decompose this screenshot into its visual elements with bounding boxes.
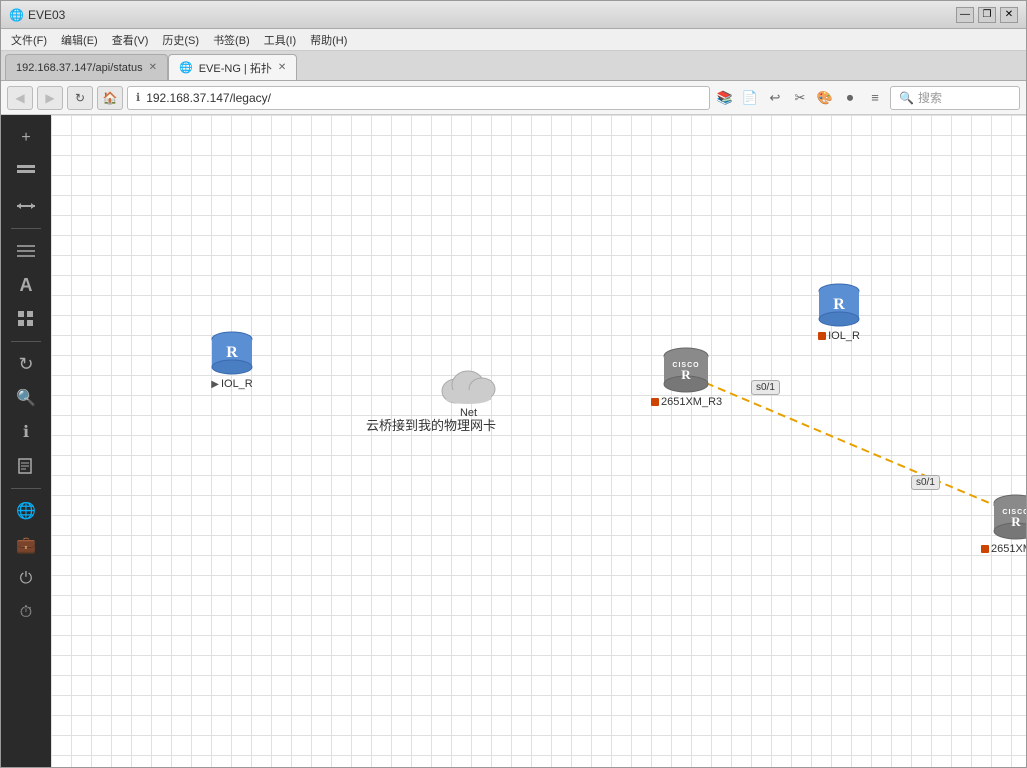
sidebar-clock[interactable]: ⏱ [8,598,44,628]
annotation-cloud: 云桥接到我的物理网卡 [366,415,496,434]
close-button[interactable]: ✕ [1000,7,1018,23]
sidebar-text[interactable]: A [8,270,44,300]
sidebar-grid[interactable] [8,304,44,334]
tab-topology-close[interactable]: ✕ [278,62,286,73]
connection-r3-r4 [706,383,1006,510]
node-cisco-r4[interactable]: CISCO R 2651XM_R4 [981,490,1026,555]
cloud-icon [436,363,501,407]
connections-svg [51,115,1026,767]
menu-help[interactable]: 帮助(H) [304,30,353,50]
bookmarks-list-icon[interactable]: 📚 [714,86,736,110]
search-icon: 🔍 [899,91,914,105]
svg-text:R: R [1011,514,1021,529]
node-iol-r1-status-row: ▶ IOL_R [211,378,253,390]
node-cisco-r4-status-row: 2651XM_R4 [981,543,1026,555]
title-bar: 🌐 EVE03 — ❐ ✕ [1,1,1026,29]
cisco-router-icon-r3: CISCO R [659,343,714,395]
url-info-icon: ℹ [136,91,140,104]
main-area: + A ↻ 🔍 ℹ 🌐 💼 ⏻ [1,115,1026,767]
node-net[interactable]: Net [436,363,501,419]
sidebar-divider-3 [11,488,41,489]
menu-bookmarks[interactable]: 书签(B) [207,30,256,50]
sidebar-divider-1 [11,228,41,229]
sidebar-divider-2 [11,341,41,342]
sidebar-add[interactable]: + [8,123,44,153]
sidebar-layers[interactable] [8,157,44,187]
search-box[interactable]: 🔍 搜索 [890,86,1020,110]
node-cisco-r3-label: 2651XM_R3 [661,396,722,408]
menu-view[interactable]: 查看(V) [106,30,155,50]
sidebar-power[interactable]: ⏻ [8,564,44,594]
tab-api-status[interactable]: 192.168.37.147/api/status ✕ [5,54,168,80]
sidebar-notes[interactable] [8,451,44,481]
cisco-router-icon-r4: CISCO R [989,490,1026,542]
sidebar-connections[interactable] [8,191,44,221]
sidebar-info[interactable]: ℹ [8,417,44,447]
sidebar-briefcase[interactable]: 💼 [8,530,44,560]
sidebar-globe[interactable]: 🌐 [8,496,44,526]
back-button[interactable]: ◀ [7,86,33,110]
title-bar-controls[interactable]: — ❐ ✕ [956,7,1018,23]
nav-extra-buttons: 📚 📄 ↩ ✂ 🎨 ⏺ ≡ [714,86,886,110]
screenshot-icon[interactable]: ✂ [789,86,811,110]
reload-button[interactable]: ↻ [67,86,93,110]
menu-edit[interactable]: 编辑(E) [55,30,104,50]
tab-api-status-label: 192.168.37.147/api/status [16,62,143,74]
svg-text:R: R [226,344,238,361]
menu-file[interactable]: 文件(F) [5,30,53,50]
iface-s0-1-r4: s0/1 [911,475,940,490]
title-bar-left: 🌐 EVE03 [9,8,65,22]
iol-router-icon-left: R [206,325,258,377]
node-iol-r1-label: IOL_R [221,378,253,390]
menu-icon[interactable]: ≡ [864,86,886,110]
window-title: EVE03 [28,8,65,22]
sidebar-zoom[interactable]: 🔍 [8,383,44,413]
node-cisco-r3-status-row: 2651XM_R3 [651,396,722,408]
svg-text:R: R [681,367,691,382]
node-cisco-r3[interactable]: CISCO R 2651XM_R3 [651,343,722,408]
topology-canvas: s0/1 s0/1 R ▶ IOL_R [51,115,1026,767]
tab-topology[interactable]: 🌐 EVE-NG | 拓扑 ✕ [168,54,297,80]
sidebar-list[interactable] [8,236,44,266]
svg-text:R: R [833,296,845,313]
sidebar: + A ↻ 🔍 ℹ 🌐 💼 ⏻ [1,115,51,767]
tab-bar: 192.168.37.147/api/status ✕ 🌐 EVE-NG | 拓… [1,51,1026,81]
maximize-button[interactable]: ❐ [978,7,996,23]
reading-mode-icon[interactable]: 📄 [739,86,761,110]
tab-favicon: 🌐 [9,8,24,22]
browser-window: 🌐 EVE03 — ❐ ✕ 文件(F) 编辑(E) 查看(V) 历史(S) 书签… [0,0,1027,768]
node-iol-r-top-status-row: IOL_R [818,330,860,342]
sidebar-refresh[interactable]: ↻ [8,349,44,379]
menu-history[interactable]: 历史(S) [156,30,205,50]
tab-topology-icon: 🌐 [179,61,193,74]
iface-s0-1-r3: s0/1 [751,380,780,395]
url-bar[interactable]: ℹ 192.168.37.147/legacy/ [127,86,710,110]
nav-bar: ◀ ▶ ↻ 🏠 ℹ 192.168.37.147/legacy/ 📚 📄 ↩ ✂… [1,81,1026,115]
theme-icon[interactable]: 🎨 [814,86,836,110]
node-cisco-r4-label: 2651XM_R4 [991,543,1026,555]
home-button[interactable]: 🏠 [97,86,123,110]
iol-router-icon-top: R [813,277,865,329]
node-iol-r-top[interactable]: R IOL_R [813,277,865,342]
menu-tools[interactable]: 工具(I) [258,30,302,50]
search-placeholder: 搜索 [918,89,942,106]
tab-topology-label: EVE-NG | 拓扑 [199,60,272,76]
node-iol-r1[interactable]: R ▶ IOL_R [206,325,258,390]
minimize-button[interactable]: — [956,7,974,23]
record-icon[interactable]: ⏺ [839,86,861,110]
node-iol-r-top-label: IOL_R [828,330,860,342]
tab-api-status-close[interactable]: ✕ [149,62,157,73]
forward-button[interactable]: ▶ [37,86,63,110]
undo-icon[interactable]: ↩ [764,86,786,110]
menu-bar: 文件(F) 编辑(E) 查看(V) 历史(S) 书签(B) 工具(I) 帮助(H… [1,30,357,50]
url-text: 192.168.37.147/legacy/ [146,91,271,105]
